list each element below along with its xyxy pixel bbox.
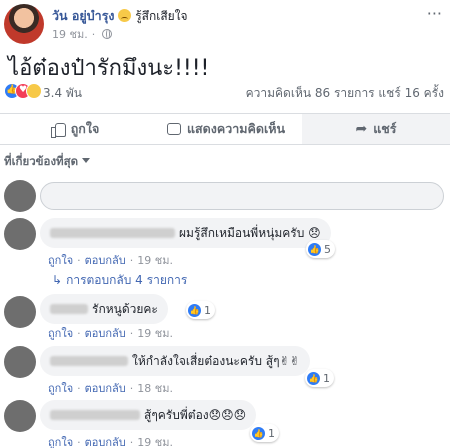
comment-button[interactable]: แสดงความคิดเห็น (150, 114, 302, 144)
commenter-name-redacted[interactable] (50, 228, 175, 238)
like-button-label: ถูกใจ (70, 121, 100, 136)
share-arrow-icon: ➦ (355, 121, 368, 137)
comment-reply-link[interactable]: ตอบกลับ (85, 254, 126, 267)
caret-down-icon (82, 158, 91, 163)
current-user-avatar (4, 180, 36, 212)
comment-like-badge[interactable]: 👍 1 (186, 301, 215, 319)
comment-filter-dropdown[interactable]: ที่เกี่ยวข้องที่สุด (4, 153, 91, 171)
thumbs-up-icon (50, 122, 66, 138)
meta-dot: · (77, 382, 81, 395)
comment-like-link[interactable]: ถูกใจ (48, 327, 73, 340)
comment-text: รักหนูด้วยคะ (92, 301, 158, 316)
comment-meta: ถูกใจ · ตอบกลับ · 18 ชม. (48, 379, 173, 397)
comment-bubble: รักหนูด้วยคะ (40, 294, 168, 324)
like-button[interactable]: ถูกใจ (0, 114, 150, 144)
comment-like-link[interactable]: ถูกใจ (48, 436, 73, 448)
feeling-text: รู้สึกเสียใจ (135, 9, 188, 23)
comment-text: ผมรู้สึกเหมือนพี่หนุ่มครับ 😞 (179, 225, 321, 240)
comment-like-badge[interactable]: 👍 5 (306, 240, 335, 258)
comment-button-label: แสดงความคิดเห็น (186, 121, 286, 136)
meta-dot: · (77, 436, 81, 448)
commenter-name-redacted[interactable] (50, 410, 140, 420)
like-mini-icon: 👍 (188, 303, 201, 317)
filter-label: ที่เกี่ยวข้องที่สุด (4, 154, 79, 168)
comment-time[interactable]: 19 ชม. (137, 254, 173, 267)
commenter-avatar[interactable] (4, 218, 36, 250)
meta-dot: · (129, 327, 134, 340)
write-comment-row (0, 178, 450, 214)
like-mini-icon: 👍 (252, 426, 265, 440)
comment-time[interactable]: 19 ชม. (137, 327, 173, 340)
comment-like-link[interactable]: ถูกใจ (48, 254, 73, 267)
comment-bubble: สู้ๆครับพี่ต๋อง😞😞😞 (40, 400, 257, 430)
post-timestamp[interactable]: 19 ชม. · (52, 25, 113, 43)
view-replies-link[interactable]: ↳ การตอบกลับ 4 รายการ (52, 271, 187, 290)
author-avatar[interactable] (4, 4, 44, 44)
comment-time[interactable]: 19 ชม. (137, 436, 173, 448)
like-count: 1 (268, 426, 275, 440)
comment-like-badge[interactable]: 👍 1 (250, 424, 279, 442)
more-options-icon[interactable]: ··· (427, 4, 442, 23)
commenter-avatar[interactable] (4, 346, 36, 378)
globe-icon (102, 29, 113, 39)
meta-dot: · (77, 254, 81, 267)
view-replies-label: การตอบกลับ 4 รายการ (66, 273, 188, 287)
meta-dot: · (77, 327, 81, 340)
like-mini-icon: 👍 (307, 371, 320, 385)
comment-meta: ถูกใจ · ตอบกลับ · 19 ชม. (48, 324, 173, 342)
like-count: 5 (324, 242, 331, 256)
meta-dot: · (129, 382, 134, 395)
comment-text: สู้ๆครับพี่ต๋อง😞😞😞 (144, 407, 247, 422)
comment-icon (166, 123, 181, 135)
reaction-bar: 👍 ♥ 3.4 พัน ความคิดเห็น 86 รายการ แชร์ 1… (0, 80, 450, 102)
commenter-avatar[interactable] (4, 296, 36, 328)
comment-like-link[interactable]: ถูกใจ (48, 382, 73, 395)
comment-text: ให้กำลังใจเสี่ยต๋องนะครับ สู้ๆ✌✌ (132, 353, 300, 368)
time-dot: · (91, 28, 96, 41)
like-count: 1 (323, 371, 330, 385)
commenter-name-redacted[interactable] (50, 304, 88, 314)
commenter-name-redacted[interactable] (50, 356, 128, 366)
share-button[interactable]: ➦ แชร์ (302, 114, 450, 144)
commenter-avatar[interactable] (4, 400, 36, 432)
comment-reply-link[interactable]: ตอบกลับ (85, 436, 126, 448)
sad-emoji-icon (118, 9, 132, 22)
post-time-text: 19 ชม. (52, 28, 88, 41)
like-mini-icon: 👍 (308, 242, 321, 256)
comment-reply-link[interactable]: ตอบกลับ (85, 327, 126, 340)
comment-meta: ถูกใจ · ตอบกลับ · 19 ชม. (48, 433, 173, 448)
meta-dot: · (129, 436, 134, 448)
comment-share-stats[interactable]: ความคิดเห็น 86 รายการ แชร์ 16 ครั้ง (246, 84, 444, 103)
post-header: วัน อยู่บำรุง รู้สึกเสียใจ 19 ชม. · ··· (0, 0, 450, 48)
comment-bubble: ผมรู้สึกเหมือนพี่หนุ่มครับ 😞 (40, 218, 331, 248)
sad-reaction-icon (26, 83, 42, 99)
comment-time[interactable]: 18 ชม. (137, 382, 173, 395)
comment-bubble: ให้กำลังใจเสี่ยต๋องนะครับ สู้ๆ✌✌ (40, 346, 310, 376)
comment-input[interactable] (40, 182, 444, 210)
share-button-label: แชร์ (373, 121, 397, 136)
meta-dot: · (129, 254, 134, 267)
action-bar: ถูกใจ แสดงความคิดเห็น ➦ แชร์ (0, 113, 450, 145)
author-line: วัน อยู่บำรุง รู้สึกเสียใจ (52, 6, 188, 26)
comment-reply-link[interactable]: ตอบกลับ (85, 382, 126, 395)
comment-meta: ถูกใจ · ตอบกลับ · 19 ชม. (48, 251, 173, 269)
like-count: 1 (204, 303, 211, 317)
reply-arrow-icon: ↳ (52, 273, 63, 287)
author-name[interactable]: วัน อยู่บำรุง (52, 8, 115, 23)
reaction-count[interactable]: 3.4 พัน (43, 84, 82, 103)
comment-like-badge[interactable]: 👍 1 (305, 369, 334, 387)
